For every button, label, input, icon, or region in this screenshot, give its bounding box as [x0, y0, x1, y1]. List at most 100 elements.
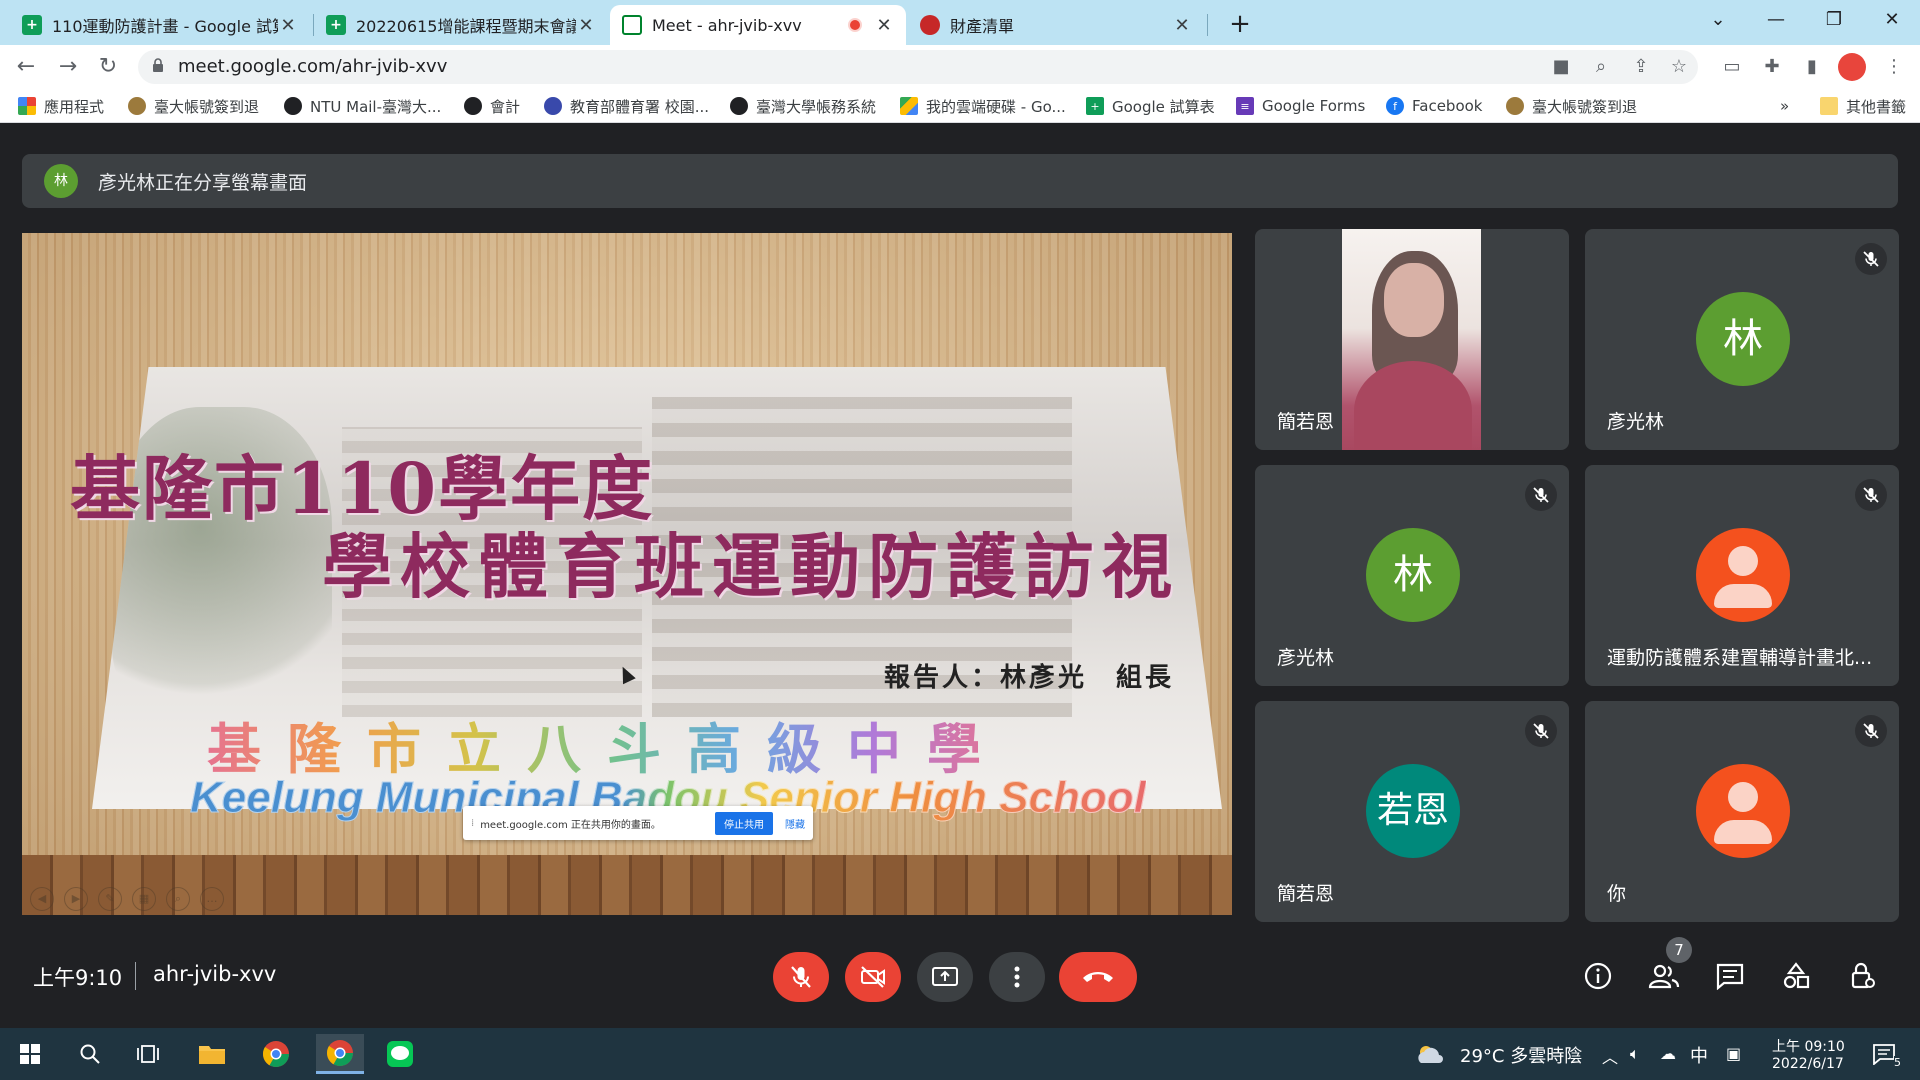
- tab-search-icon[interactable]: ⌄: [1690, 0, 1746, 40]
- next-slide-icon[interactable]: ▶: [64, 887, 88, 911]
- windows-taskbar: 29°C 多雲時陰 ︿ 🔈︎ ☁︎ 中 ▣ 上午 09:10 2022/6/17…: [0, 1028, 1920, 1080]
- bookmark-ntu-signin-2[interactable]: 臺大帳號簽到退: [1506, 95, 1637, 117]
- clock-date[interactable]: 2022/6/17: [1772, 1056, 1844, 1072]
- zoom-icon[interactable]: ⌕: [1588, 56, 1614, 78]
- tab-property-list[interactable]: 財產清單 ✕: [908, 5, 1204, 45]
- extensions-icon[interactable]: ✚: [1758, 53, 1786, 81]
- onedrive-icon[interactable]: ☁︎: [1660, 1044, 1676, 1063]
- camera-toggle-button[interactable]: [845, 952, 901, 1002]
- new-tab-button[interactable]: +: [1222, 7, 1258, 41]
- hide-notice-button[interactable]: 隱藏: [785, 816, 805, 831]
- pen-icon[interactable]: ✎: [98, 887, 122, 911]
- address-bar[interactable]: meet.google.com/ahr-jvib-xvv ■ ⌕ ⇪ ☆: [138, 50, 1698, 84]
- chrome-icon[interactable]: [252, 1034, 300, 1074]
- bookmark-label: 教育部體育署 校園...: [570, 97, 710, 116]
- side-panel-icon[interactable]: ▮: [1798, 53, 1826, 81]
- present-screen-button[interactable]: [917, 952, 973, 1002]
- participant-tile[interactable]: 你: [1585, 701, 1899, 922]
- reload-icon[interactable]: ↻: [92, 52, 124, 82]
- slides-grid-icon[interactable]: ▦: [132, 887, 156, 911]
- bookmark-drive[interactable]: 我的雲端硬碟 - Go...: [900, 95, 1066, 117]
- other-bookmarks[interactable]: 其他書籤: [1820, 95, 1906, 117]
- close-icon[interactable]: ✕: [576, 15, 596, 36]
- participant-tile[interactable]: 若恩 簡若恩: [1255, 701, 1569, 922]
- forward-icon[interactable]: →: [52, 52, 84, 82]
- microphone-toggle-button[interactable]: [773, 952, 829, 1002]
- bookmark-forms[interactable]: ≡ Google Forms: [1236, 95, 1365, 117]
- volume-icon[interactable]: 🔈︎: [1630, 1044, 1640, 1064]
- bookmark-star-icon[interactable]: ☆: [1666, 56, 1692, 78]
- chat-button[interactable]: [1710, 956, 1750, 996]
- kebab-icon: [1014, 966, 1020, 988]
- menu-kebab-icon[interactable]: ⋮: [1880, 53, 1908, 81]
- slide-reporter: 報告人：林彥光 組長: [884, 663, 1175, 693]
- participant-tile[interactable]: 林 彥光林: [1585, 229, 1899, 450]
- folder-icon: [1820, 97, 1838, 115]
- task-view-icon[interactable]: [124, 1034, 172, 1074]
- host-controls-button[interactable]: [1842, 956, 1882, 996]
- present-icon: [932, 967, 958, 986]
- participant-tile[interactable]: 林 彥光林: [1255, 465, 1569, 686]
- cast-icon[interactable]: ▭: [1718, 53, 1746, 81]
- minimize-icon[interactable]: —: [1748, 0, 1804, 40]
- participant-avatar: 林: [1366, 528, 1460, 622]
- participant-name: 彥光林: [1277, 647, 1335, 669]
- search-icon[interactable]: [66, 1034, 114, 1074]
- close-icon[interactable]: ✕: [1172, 15, 1192, 36]
- ntu-seal-icon: [1506, 97, 1524, 115]
- ime-mode-icon[interactable]: ▣: [1726, 1044, 1741, 1063]
- participant-tile[interactable]: 運動防護體系建置輔導計畫北...: [1585, 465, 1899, 686]
- tray-overflow-icon[interactable]: ︿: [1602, 1044, 1618, 1068]
- shared-screen[interactable]: 基隆市110學年度 學校體育班運動防護訪視 報告人：林彥光 組長 基隆市立八斗高…: [22, 233, 1232, 915]
- bookmark-moe[interactable]: 教育部體育署 校園...: [544, 95, 709, 117]
- bookmark-ntu-accounts[interactable]: 臺灣大學帳務系統: [730, 95, 876, 117]
- stop-sharing-button[interactable]: 停止共用: [715, 811, 773, 835]
- bookmark-accounting[interactable]: 會計: [464, 95, 520, 117]
- file-explorer-icon[interactable]: [188, 1034, 236, 1074]
- more-bookmarks-button[interactable]: »: [1780, 95, 1789, 117]
- profile-avatar[interactable]: [1838, 53, 1866, 81]
- slideshow-controls: ◀ ▶ ✎ ▦ ⌕ …: [30, 887, 224, 911]
- sheets-icon: +: [326, 15, 346, 35]
- weather-text[interactable]: 29°C 多雲時陰: [1460, 1042, 1582, 1068]
- participant-avatar: 林: [1696, 292, 1790, 386]
- people-count-badge: 7: [1666, 937, 1692, 963]
- windows-start-icon[interactable]: [6, 1034, 54, 1074]
- close-icon[interactable]: ✕: [874, 15, 894, 36]
- close-icon[interactable]: ✕: [278, 15, 298, 36]
- back-icon[interactable]: ←: [10, 52, 42, 82]
- participant-name: 簡若恩: [1277, 411, 1335, 433]
- bookmark-sheets[interactable]: + Google 試算表: [1086, 95, 1215, 117]
- line-app-icon[interactable]: [376, 1034, 424, 1074]
- weather-icon[interactable]: [1412, 1034, 1448, 1074]
- zoom-slide-icon[interactable]: ⌕: [166, 887, 190, 911]
- more-options-button[interactable]: [989, 952, 1045, 1002]
- browser-toolbar: ← → ↻ meet.google.com/ahr-jvib-xvv ■ ⌕ ⇪…: [0, 45, 1920, 89]
- tab-sheets-1[interactable]: + 110運動防護計畫 - Google 試算 ✕: [10, 5, 310, 45]
- clock-time[interactable]: 上午 09:10: [1772, 1036, 1845, 1056]
- window-close-icon[interactable]: ✕: [1864, 0, 1920, 40]
- bookmark-facebook[interactable]: f Facebook: [1386, 95, 1482, 117]
- activities-button[interactable]: [1776, 956, 1816, 996]
- bookmark-ntu-signin[interactable]: 臺大帳號簽到退: [128, 95, 259, 117]
- camera-icon[interactable]: ■: [1548, 56, 1574, 78]
- ime-indicator[interactable]: 中: [1690, 1042, 1708, 1068]
- drag-handle-icon[interactable]: ⁞: [471, 818, 474, 829]
- share-icon[interactable]: ⇪: [1628, 56, 1654, 78]
- globe-icon: [284, 97, 302, 115]
- meeting-details-button[interactable]: [1578, 956, 1618, 996]
- more-slide-icon[interactable]: …: [200, 887, 224, 911]
- prev-slide-icon[interactable]: ◀: [30, 887, 54, 911]
- mic-off-icon: [1525, 715, 1557, 747]
- bookmark-apps[interactable]: 應用程式: [18, 95, 104, 117]
- chrome-active-icon[interactable]: [316, 1034, 364, 1074]
- tab-meet[interactable]: Meet - ahr-jvib-xvv ✕: [610, 5, 906, 45]
- sheets-icon: +: [22, 15, 42, 35]
- leave-call-button[interactable]: [1059, 952, 1137, 1002]
- forms-icon: ≡: [1236, 97, 1254, 115]
- bookmark-ntu-mail[interactable]: NTU Mail-臺灣大...: [284, 95, 441, 117]
- tab-sheets-2[interactable]: + 20220615增能課程暨期末會議簽 ✕: [314, 5, 608, 45]
- restore-icon[interactable]: ❐: [1806, 0, 1862, 40]
- meeting-code[interactable]: ahr-jvib-xvv: [153, 962, 276, 986]
- participant-tile[interactable]: 簡若恩: [1255, 229, 1569, 450]
